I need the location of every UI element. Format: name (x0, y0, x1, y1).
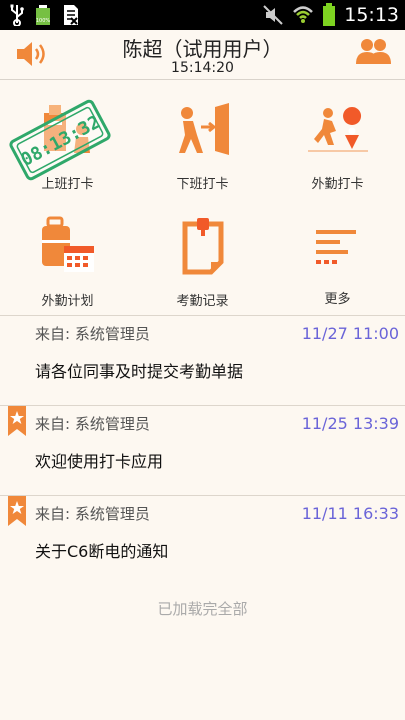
grid-label: 外勤打卡 (311, 177, 364, 192)
wifi-icon (293, 6, 314, 23)
function-grid: 上班打卡 下班打卡 外勤打卡 外勤计划 考勤记录 更多 (0, 81, 405, 315)
message-sender: 来自: 系统管理员 (35, 325, 150, 343)
message-time: 11/11 16:33 (301, 504, 399, 523)
field-plan-icon (42, 216, 94, 272)
message-sender: 来自: 系统管理员 (35, 415, 150, 433)
grid-label: 外勤计划 (41, 294, 94, 309)
list-item[interactable]: 来自: 系统管理员 11/11 16:33 关于C6断电的通知 (0, 495, 405, 585)
message-body: 关于C6断电的通知 (35, 542, 169, 561)
grid-label: 上班打卡 (41, 177, 94, 192)
clock-in-button[interactable]: 上班打卡 (0, 81, 135, 198)
star-bookmark-icon (8, 496, 26, 526)
grid-label: 更多 (324, 292, 351, 307)
mute-icon (263, 5, 283, 25)
status-bar: 100% 15:13 (0, 0, 405, 30)
svg-text:100%: 100% (36, 18, 51, 24)
grid-label: 考勤记录 (176, 294, 229, 309)
message-body: 请各位同事及时提交考勤单据 (35, 362, 244, 381)
star-bookmark-icon (8, 406, 26, 436)
header-clock: 15:14:20 (171, 60, 234, 76)
message-sender: 来自: 系统管理员 (35, 505, 150, 523)
more-icon (316, 230, 356, 264)
field-plan-button[interactable]: 外勤计划 (0, 198, 135, 315)
field-checkin-button[interactable]: 外勤打卡 (270, 81, 405, 198)
contacts-icon[interactable] (355, 36, 391, 68)
usb-icon (10, 4, 24, 26)
clock-out-button[interactable]: 下班打卡 (135, 81, 270, 198)
status-time: 15:13 (344, 4, 399, 26)
clock-in-icon (44, 105, 90, 153)
message-time: 11/25 13:39 (301, 414, 399, 433)
battery-small-icon: 100% (36, 5, 51, 25)
document-icon (64, 5, 78, 25)
attendance-record-button[interactable]: 考勤记录 (135, 198, 270, 315)
list-item[interactable]: 来自: 系统管理员 11/27 11:00 请各位同事及时提交考勤单据 (0, 315, 405, 405)
more-button[interactable]: 更多 (270, 198, 405, 315)
all-loaded-text: 已加载完全部 (157, 600, 248, 618)
app-header: 陈超（试用用户） 15:14:20 (0, 30, 405, 80)
message-time: 11/27 11:00 (301, 324, 399, 343)
field-checkin-icon (308, 107, 368, 152)
attendance-record-icon (182, 218, 224, 275)
message-body: 欢迎使用打卡应用 (35, 452, 164, 471)
battery-icon (323, 3, 336, 26)
page-title: 陈超（试用用户） (122, 37, 283, 61)
list-item[interactable]: 来自: 系统管理员 11/25 13:39 欢迎使用打卡应用 (0, 405, 405, 495)
clock-out-icon (179, 103, 229, 155)
grid-label: 下班打卡 (176, 177, 229, 192)
